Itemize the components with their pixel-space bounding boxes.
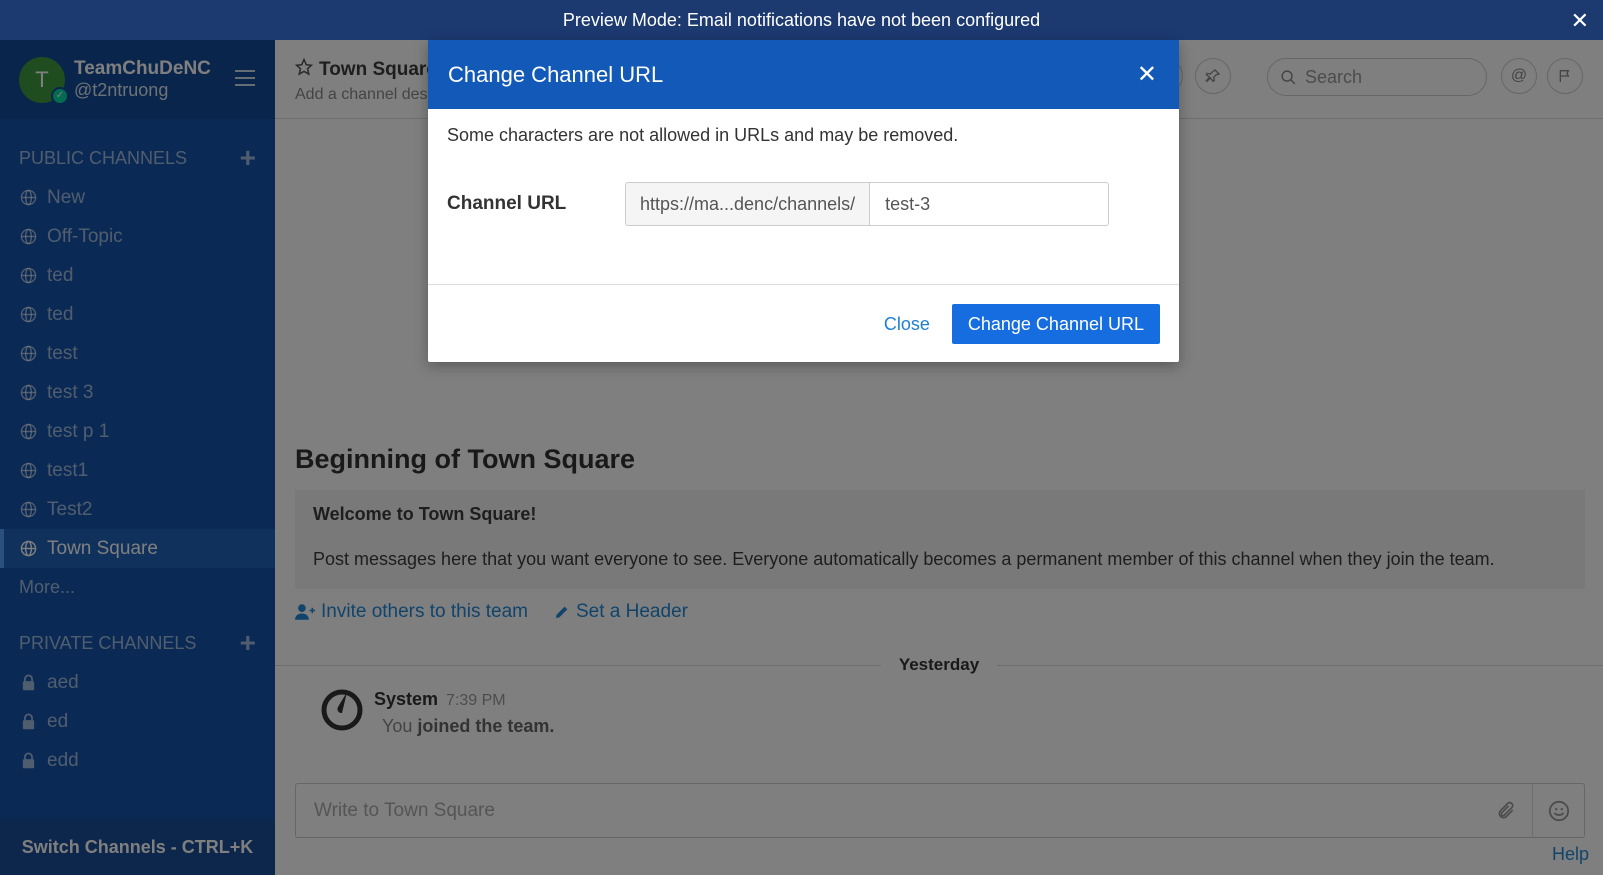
url-label: Channel URL — [447, 193, 567, 214]
modal-header: Change Channel URL ✕ — [428, 40, 1179, 109]
announcement-bar: Preview Mode: Email notifications have n… — [0, 0, 1603, 40]
close-icon[interactable]: ✕ — [1571, 8, 1589, 34]
channel-url-input[interactable] — [869, 182, 1110, 226]
close-icon[interactable]: ✕ — [1137, 60, 1157, 89]
modal-footer: Close Change Channel URL — [428, 285, 1179, 363]
close-button[interactable]: Close — [884, 314, 930, 335]
modal-help-text: Some characters are not allowed in URLs … — [447, 125, 959, 145]
change-url-modal: Change Channel URL ✕ Some characters are… — [428, 40, 1179, 362]
modal-body: Some characters are not allowed in URLs … — [428, 109, 1179, 285]
modal-title: Change Channel URL — [448, 61, 664, 87]
url-prefix: https://ma...denc/channels/ — [625, 182, 870, 226]
announcement-text: Preview Mode: Email notifications have n… — [562, 9, 1041, 30]
change-url-button[interactable]: Change Channel URL — [951, 304, 1160, 344]
url-row: Channel URL https://ma...denc/channels/ — [447, 182, 1160, 226]
